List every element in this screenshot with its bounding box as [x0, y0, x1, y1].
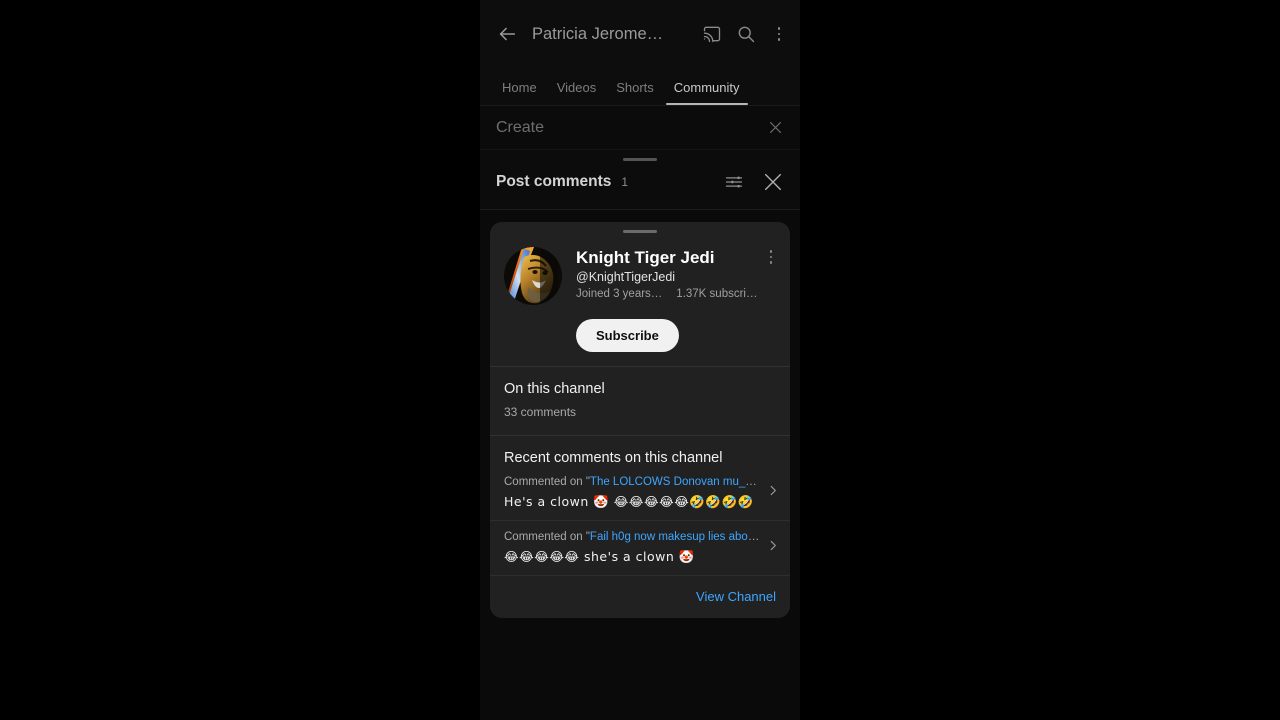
post-comments-sheet: Post comments 1 [480, 150, 800, 210]
tiger-jedi-avatar[interactable] [504, 247, 562, 305]
comment-body: 😂😂😂😂😂 she's a clown 🤡 [504, 549, 695, 564]
on-this-channel-title: On this channel [504, 381, 605, 397]
tab-community[interactable]: Community [664, 80, 750, 105]
subscribe-button[interactable]: Subscribe [576, 319, 679, 352]
filter-sliders-icon[interactable] [724, 172, 744, 192]
on-this-channel-comments: 33 comments [504, 405, 577, 419]
back-arrow-icon[interactable] [492, 19, 522, 49]
create-close-icon[interactable] [767, 119, 784, 136]
post-comments-close-icon[interactable] [762, 171, 784, 193]
list-item[interactable]: Commented on "Fail h0g now makesup lies … [490, 520, 790, 575]
chevron-right-icon[interactable] [766, 539, 780, 558]
recent-comments-list: Commented on "The LOLCOWS Donovan mu__rd… [490, 466, 790, 575]
channel-subscribers: 1.37K subscri… [676, 288, 758, 301]
channel-handle: @KnightTigerJedi [576, 270, 676, 285]
comment-source-line: Commented on "The LOLCOWS Donovan mu__rd… [504, 476, 760, 488]
view-channel-link[interactable]: View Channel [696, 589, 776, 604]
channel-name: Knight Tiger Jedi [576, 248, 715, 267]
app-bar: Patricia Jerome… [480, 0, 800, 68]
cast-icon[interactable] [702, 24, 722, 44]
channel-joined: Joined 3 years… [576, 288, 663, 301]
list-item[interactable]: Commented on "The LOLCOWS Donovan mu__rd… [490, 466, 790, 520]
create-row[interactable]: Create [480, 106, 800, 150]
card-more-vertical-icon[interactable] [762, 247, 780, 267]
chevron-right-icon[interactable] [766, 484, 780, 503]
comment-body: He's a clown 🤡 😂😂😂😂😂🤣🤣🤣🤣 [504, 494, 754, 509]
more-vertical-icon[interactable] [770, 24, 788, 44]
screen-root: Patricia Jerome… Home Videos Shorts Comm… [0, 0, 1280, 720]
recent-comments-title: Recent comments on this channel [504, 450, 723, 466]
channel-stats: Joined 3 years… 1.37K subscri… [576, 288, 757, 300]
card-footer: View Channel [490, 575, 790, 618]
comment-source-link[interactable]: Fail h0g now makesup lies about K… [590, 531, 760, 543]
on-this-channel-section: On this channel 33 comments [490, 367, 790, 435]
channel-title: Patricia Jerome… [532, 24, 664, 43]
sheet-drag-handle[interactable] [623, 158, 657, 161]
card-header: Knight Tiger Jedi @KnightTigerJedi Joine… [490, 233, 790, 319]
post-comments-actions [724, 171, 784, 193]
search-icon[interactable] [736, 24, 756, 44]
phone-viewport: Patricia Jerome… Home Videos Shorts Comm… [480, 0, 800, 720]
tab-videos[interactable]: Videos [547, 80, 607, 105]
comment-source-link[interactable]: The LOLCOWS Donovan mu__rdere… [590, 476, 760, 488]
create-label: Create [496, 118, 545, 136]
tab-shorts[interactable]: Shorts [606, 80, 664, 105]
channel-tabs: Home Videos Shorts Community [480, 68, 800, 106]
post-comments-count: 1 [621, 175, 629, 189]
post-comments-header: Post comments 1 [480, 171, 800, 209]
comment-prefix-label: Commented on [504, 531, 586, 543]
subscribe-wrapper: Subscribe [490, 319, 790, 366]
tab-home[interactable]: Home [492, 80, 547, 105]
comment-prefix-label: Commented on [504, 476, 586, 488]
app-bar-actions [702, 24, 788, 44]
channel-preview-card: Knight Tiger Jedi @KnightTigerJedi Joine… [490, 222, 790, 618]
post-comments-title: Post comments [496, 173, 612, 190]
comment-source-line: Commented on "Fail h0g now makesup lies … [504, 531, 760, 543]
channel-meta: Knight Tiger Jedi @KnightTigerJedi Joine… [576, 239, 757, 305]
